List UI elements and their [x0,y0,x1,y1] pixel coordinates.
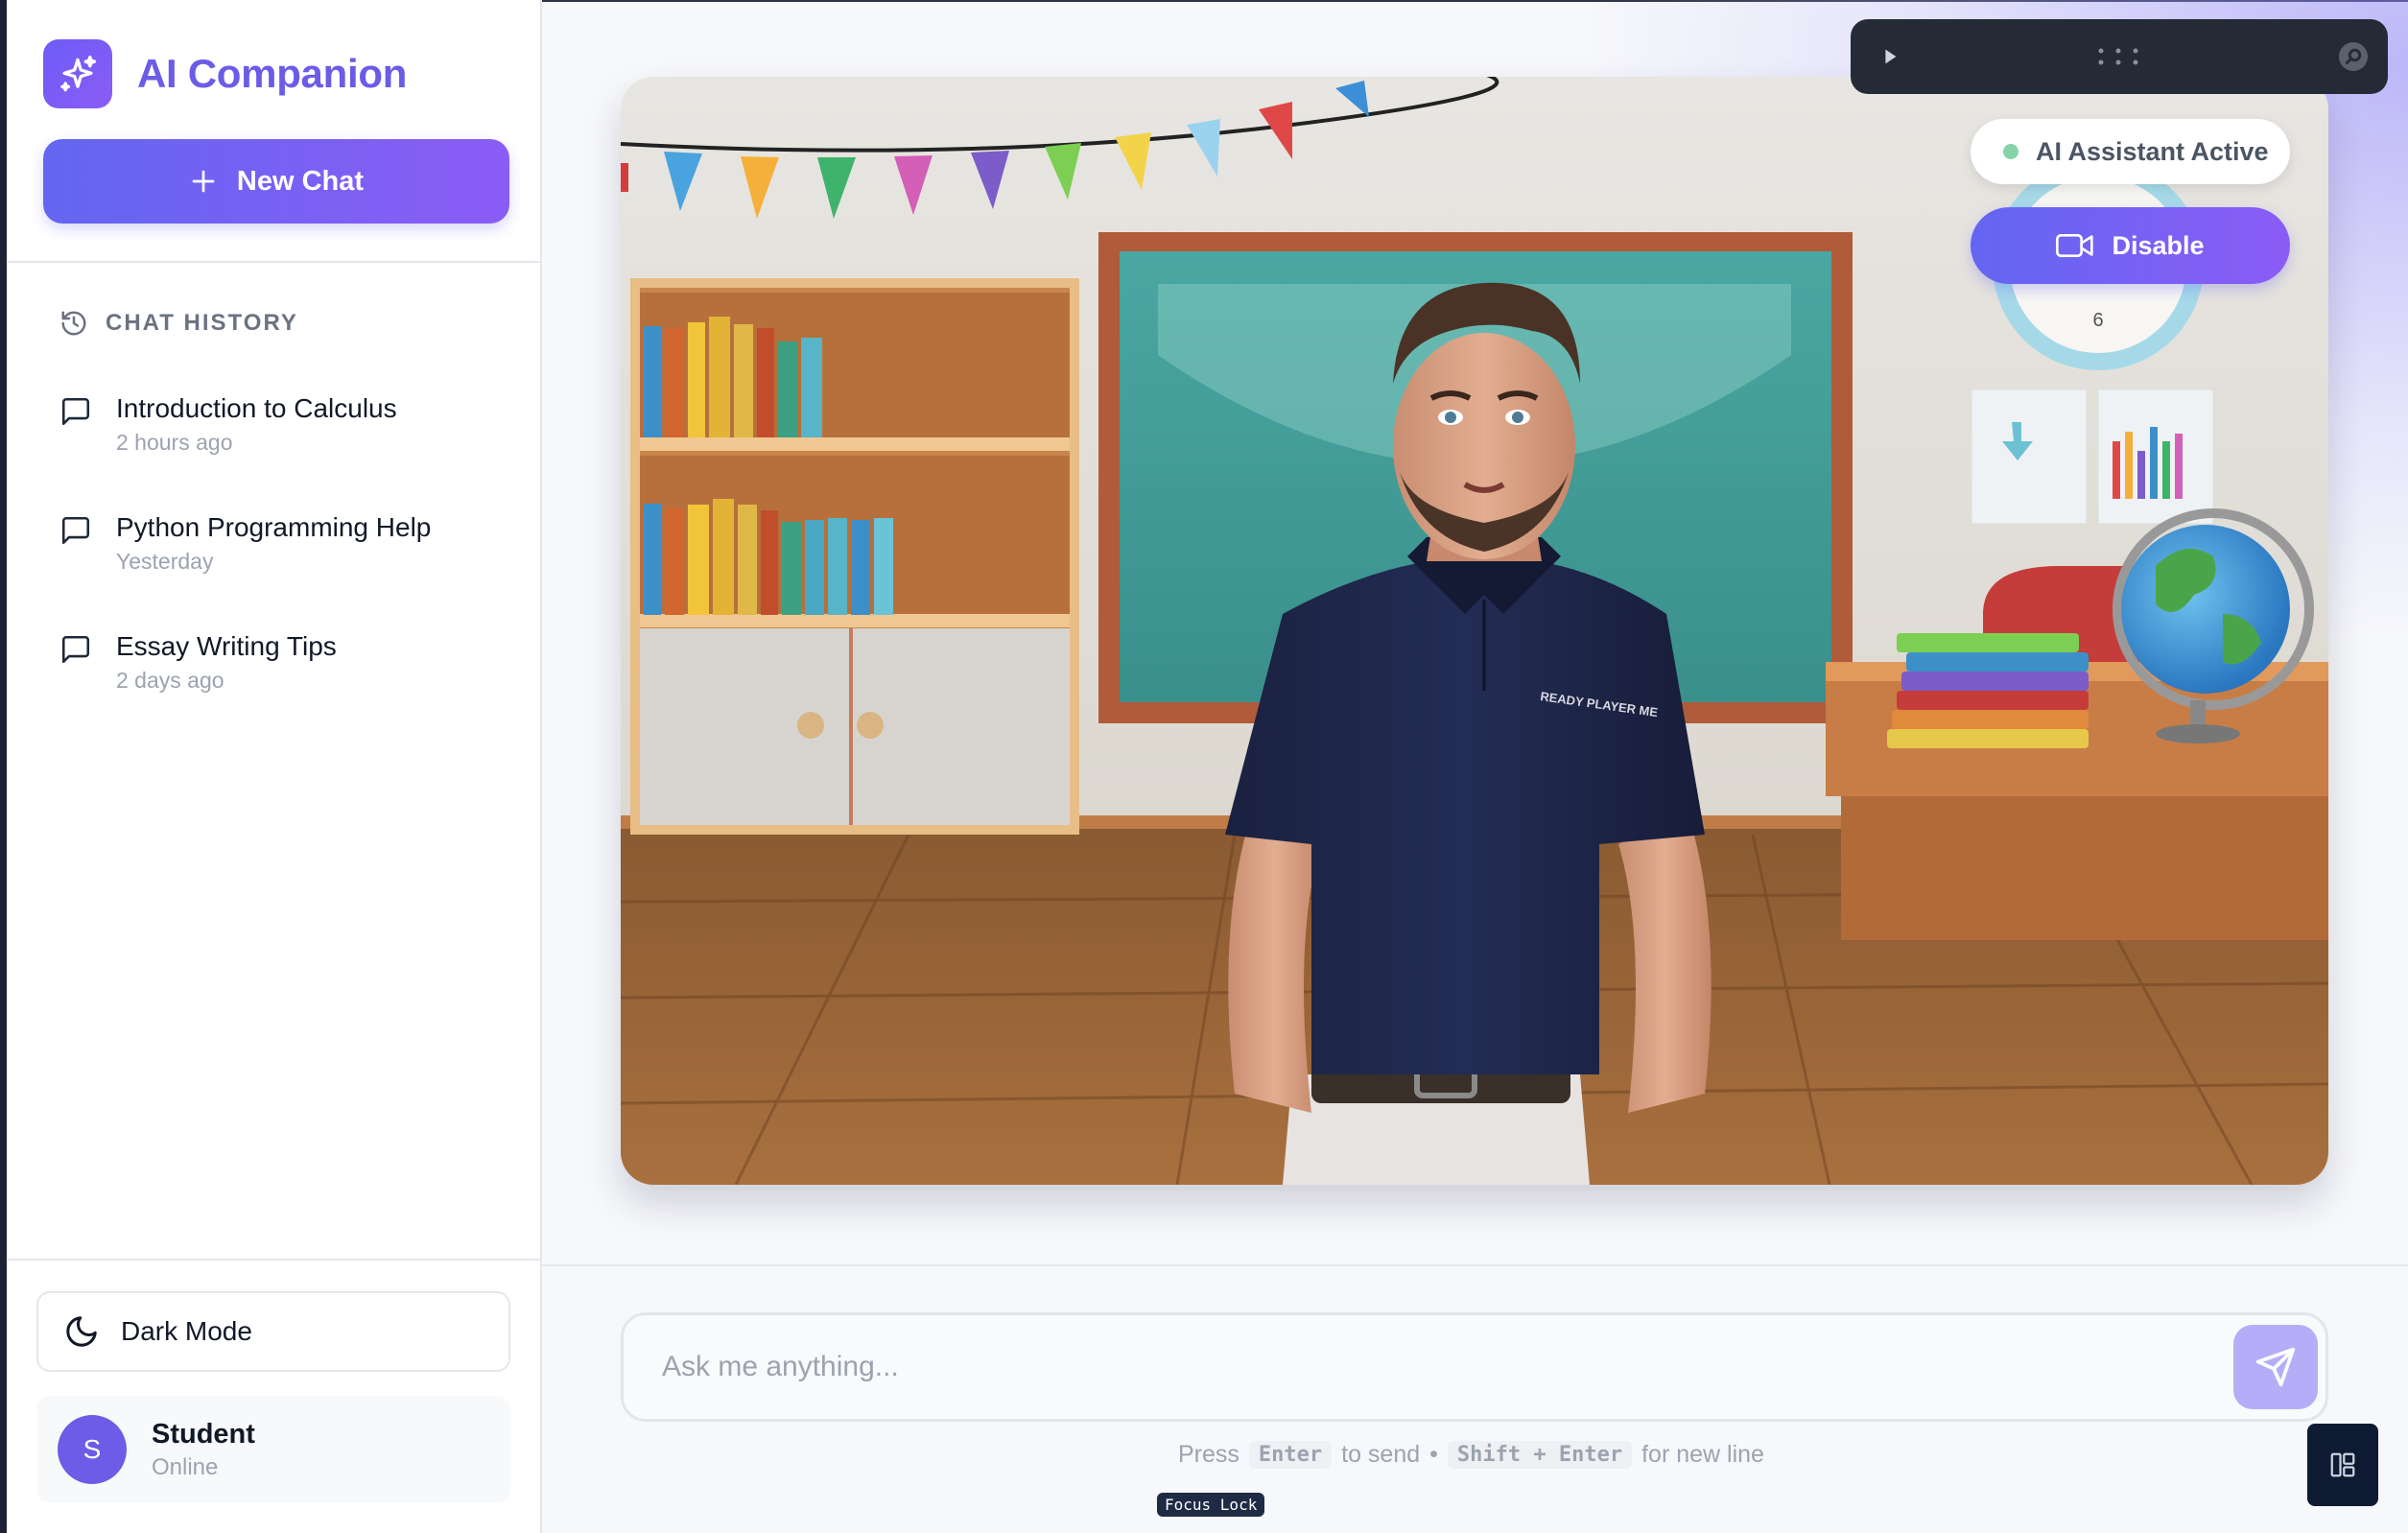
search-icon[interactable] [2336,39,2371,74]
brand: AI Companion [43,39,407,108]
moon-icon [66,1316,97,1347]
history-item-essay[interactable]: Essay Writing Tips 2 days ago [59,627,337,694]
window-edge [0,0,7,1533]
drag-handle-icon[interactable] [2096,46,2140,67]
history-item-time: 2 days ago [116,668,224,693]
layout-toggle-button[interactable] [2307,1424,2378,1506]
disable-label: Disable [2112,230,2205,260]
dark-mode-toggle[interactable]: Dark Mode [36,1291,510,1372]
send-icon [2255,1347,2296,1387]
composer-divider [542,1264,2408,1266]
hint-separator: • [1429,1441,1438,1468]
send-button[interactable] [2233,1325,2318,1409]
history-item-python[interactable]: Python Programming Help Yesterday [59,508,431,575]
chat-history-heading: CHAT HISTORY [59,309,298,338]
avatar: S [58,1415,127,1484]
focus-lock-badge[interactable]: Focus Lock [1157,1493,1265,1517]
chat-input[interactable] [662,1315,2159,1419]
history-item-title: Python Programming Help [116,512,432,542]
history-item-time: Yesterday [116,549,214,574]
sidebar-divider [7,261,542,263]
history-icon [61,311,86,336]
hint-to-send: to send [1341,1441,1421,1468]
history-item-time: 2 hours ago [116,430,233,455]
plus-icon [192,170,215,193]
kbd-shift-enter: Shift + Enter [1447,1441,1633,1469]
status-badge: AI Assistant Active [1971,119,2290,184]
message-square-icon [61,635,90,664]
sparkles-icon [43,39,112,108]
status-label: AI Assistant Active [2036,136,2269,166]
status-dot [2003,144,2018,159]
new-chat-label: New Chat [236,165,365,197]
svg-text:6: 6 [2092,310,2103,331]
video-camera-icon [2056,234,2094,257]
play-icon[interactable] [1879,46,1900,67]
user-status: Online [152,1453,219,1480]
sidebar-footer-divider [7,1259,542,1261]
new-chat-button[interactable]: New Chat [43,139,509,224]
history-item-title: Essay Writing Tips [116,631,337,661]
sidebar: AI Companion New Chat CHAT HISTORY Intro… [7,0,542,1533]
user-name: Student [152,1418,255,1450]
dark-mode-label: Dark Mode [121,1316,252,1346]
composer [621,1312,2328,1422]
message-square-icon [61,397,90,426]
hint-for-newline: for new line [1641,1441,1764,1468]
keyboard-hint: Press Enter to send • Shift + Enter for … [1178,1441,1764,1469]
chat-history-label: CHAT HISTORY [106,310,298,336]
user-profile[interactable]: S Student Online [36,1396,510,1503]
hint-press: Press [1178,1441,1239,1468]
app-title: AI Companion [137,51,408,96]
floating-toolbar[interactable] [1851,19,2388,94]
message-square-icon [61,516,90,545]
kbd-enter: Enter [1248,1441,1333,1469]
history-item-calculus[interactable]: Introduction to Calculus 2 hours ago [59,389,397,456]
disable-camera-button[interactable]: Disable [1971,207,2290,284]
layout-icon [2330,1452,2355,1477]
history-item-title: Introduction to Calculus [116,393,397,423]
